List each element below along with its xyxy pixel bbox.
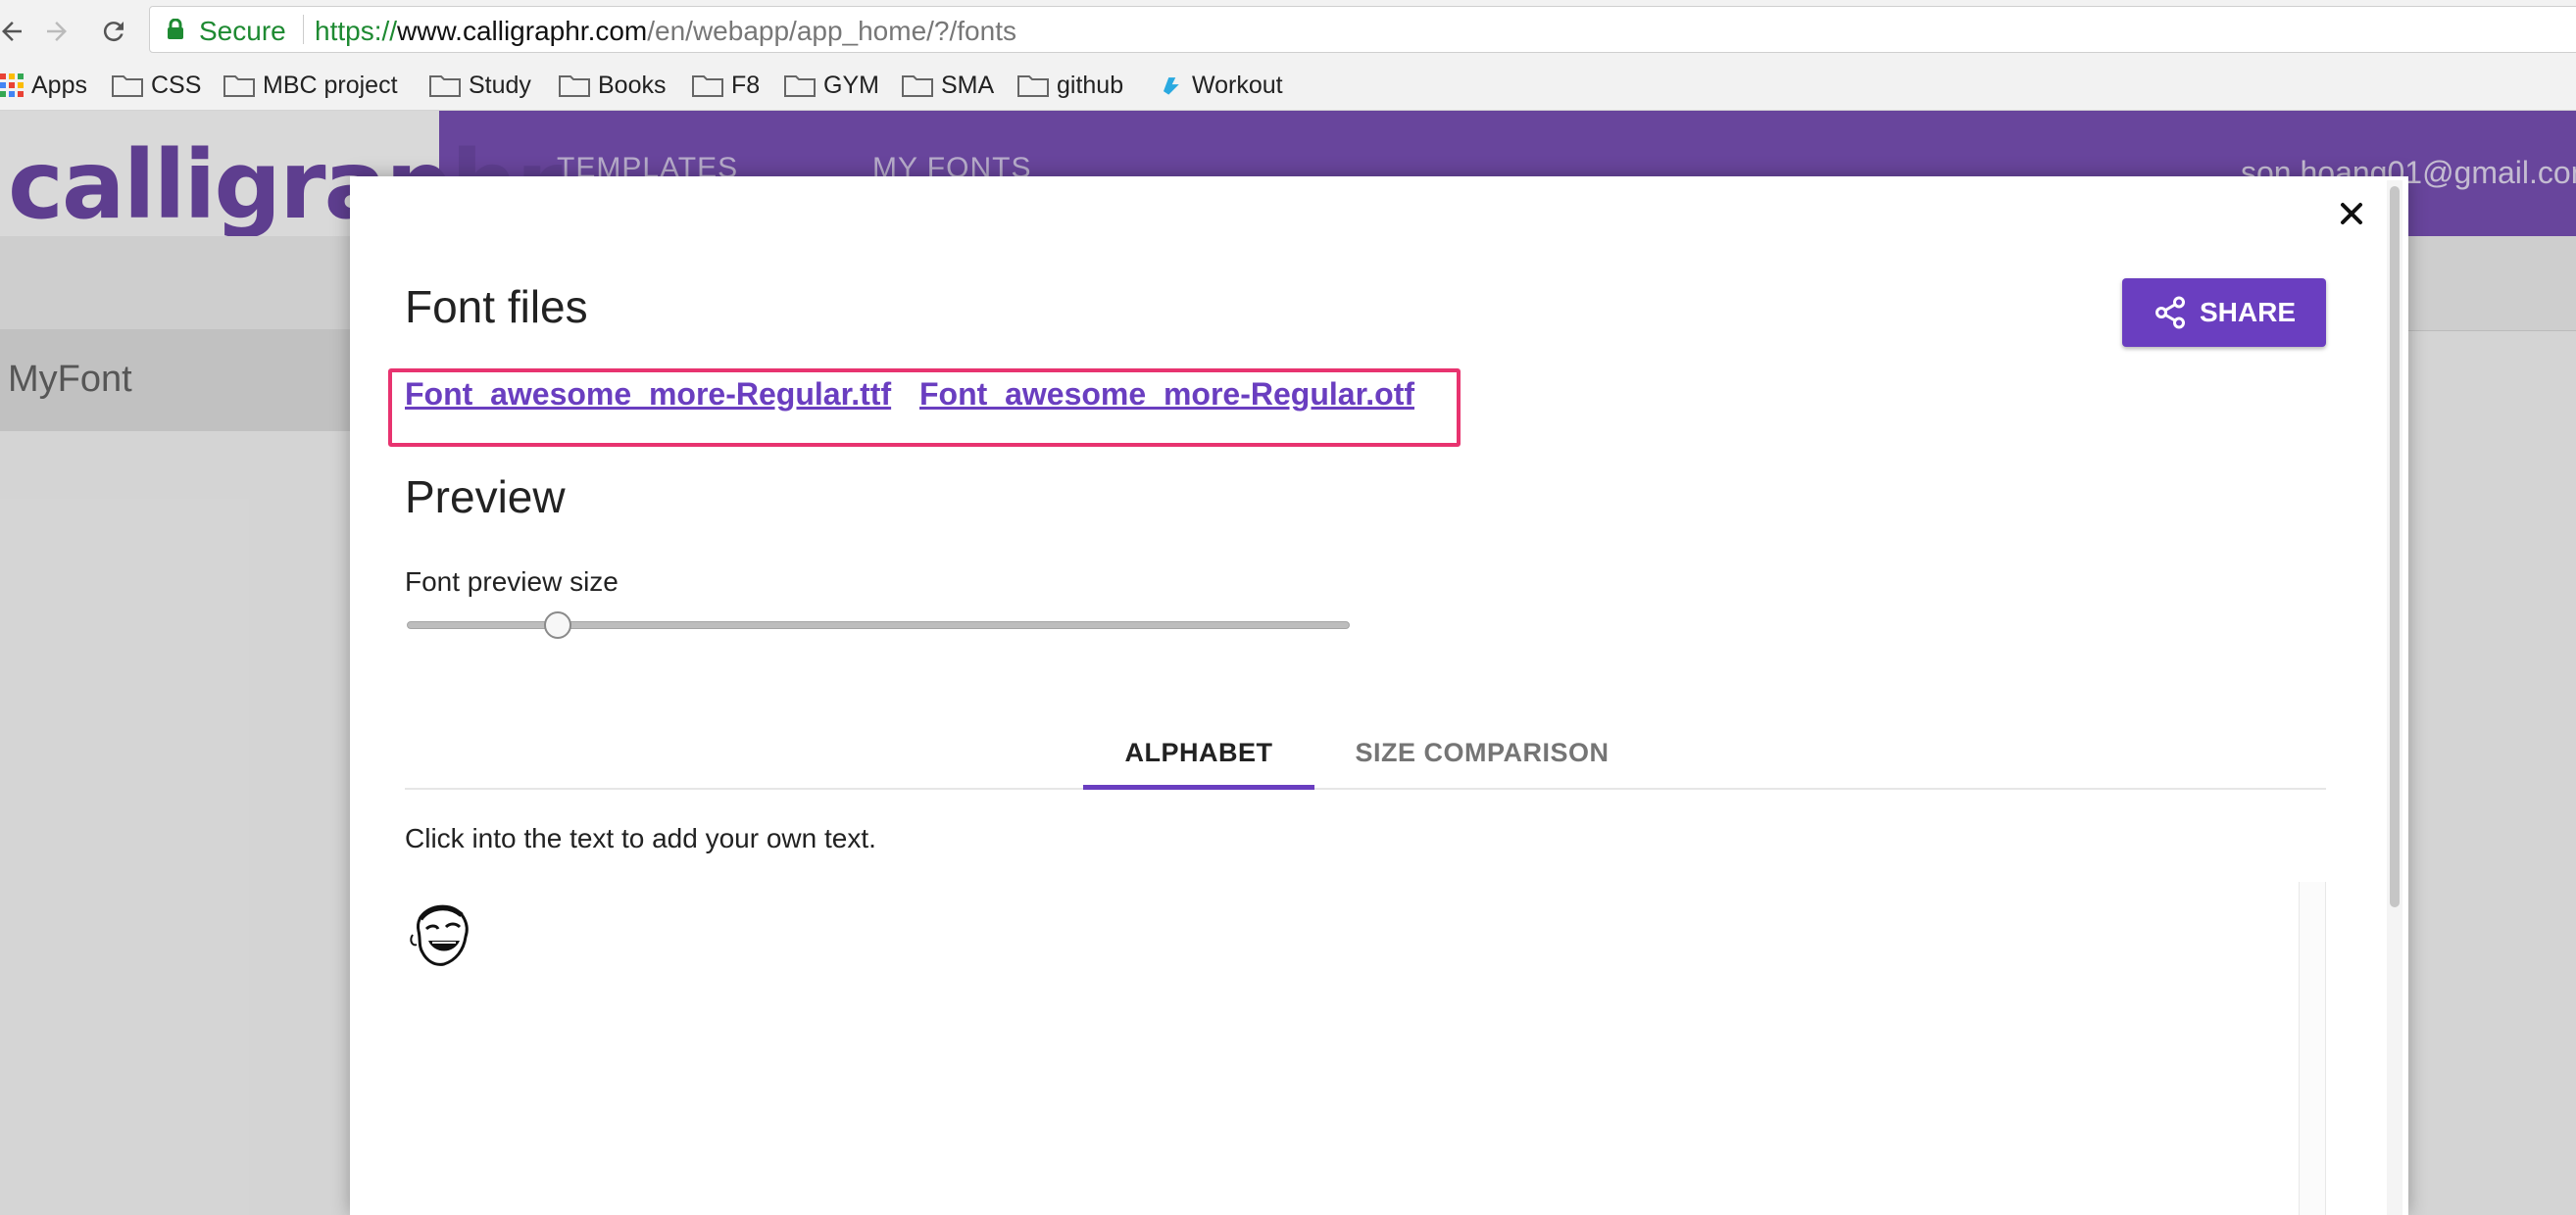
- tab-size-comparison[interactable]: SIZE COMPARISON: [1340, 715, 1624, 790]
- share-button[interactable]: SHARE: [2122, 278, 2326, 347]
- preview-scrollbar[interactable]: [2299, 882, 2326, 1215]
- font-files-title: Font files: [405, 281, 588, 332]
- tab-alphabet[interactable]: ALPHABET: [1083, 715, 1314, 790]
- otf-file-link[interactable]: Font_awesome_more-Regular.otf: [919, 376, 1414, 413]
- folder-icon: [784, 75, 816, 97]
- preview-hint: Click into the text to add your own text…: [405, 823, 876, 853]
- share-label: SHARE: [2199, 297, 2296, 327]
- folder-icon: [559, 75, 590, 97]
- laughing-face-glyph: [410, 904, 469, 966]
- bookmark-label: github: [1057, 71, 1124, 99]
- bookmark-apps[interactable]: Apps: [0, 69, 87, 102]
- folder-icon: [223, 75, 255, 97]
- reload-icon: [103, 22, 124, 42]
- reload-button[interactable]: [96, 14, 131, 49]
- forward-icon: [47, 22, 67, 41]
- active-tab-indicator: [1083, 785, 1314, 790]
- font-files-dialog: Font files SHARE Font_awesome_more-Regul…: [350, 176, 2408, 1215]
- bookmark-label: CSS: [151, 71, 202, 99]
- url-path: /en/webapp/app_home/?/fonts: [647, 16, 1016, 46]
- bookmark-label: Workout: [1192, 71, 1283, 99]
- address-bar[interactable]: Secure https://www.calligraphr.com/en/we…: [149, 6, 2576, 53]
- font-preview-size-label: Font preview size: [405, 566, 619, 597]
- preview-title: Preview: [405, 471, 566, 522]
- url-host: www.calligraphr.com: [397, 16, 648, 46]
- dialog-scrollbar-thumb[interactable]: [2390, 186, 2400, 907]
- bookmark-sma[interactable]: SMA: [902, 69, 994, 102]
- bookmark-css[interactable]: CSS: [112, 69, 201, 102]
- bookmark-study[interactable]: Study: [429, 69, 531, 102]
- bookmark-workout[interactable]: Workout: [1157, 69, 1283, 102]
- browser-toolbar: Secure https://www.calligraphr.com/en/we…: [0, 0, 2576, 61]
- bookmark-label: GYM: [823, 71, 879, 99]
- bookmarks-bar: Apps CSS MBC project Study Books F8 GYM …: [0, 61, 2576, 111]
- font-preview-size-knob[interactable]: [543, 611, 571, 639]
- bookmark-books[interactable]: Books: [559, 69, 666, 102]
- bookmark-label: Books: [598, 71, 667, 99]
- lock-icon: [168, 19, 183, 39]
- bookmark-github[interactable]: github: [1017, 69, 1123, 102]
- folder-icon: [1017, 75, 1049, 97]
- bookmark-label: SMA: [941, 71, 995, 99]
- ttf-file-link[interactable]: Font_awesome_more-Regular.ttf: [405, 376, 891, 413]
- close-icon: [2341, 203, 2362, 224]
- bookmark-label: Apps: [31, 71, 87, 99]
- bookmark-gym[interactable]: GYM: [784, 69, 879, 102]
- folder-icon: [429, 75, 461, 97]
- folder-icon: [692, 75, 723, 97]
- apps-grid-icon: [0, 73, 24, 97]
- bookmark-label: Study: [469, 71, 531, 99]
- bookmark-label: F8: [731, 71, 761, 99]
- close-button[interactable]: [2332, 194, 2371, 233]
- font-preview-text-area[interactable]: [405, 882, 2326, 1215]
- url-scheme: https://: [315, 16, 398, 46]
- folder-icon: [112, 75, 143, 97]
- secure-label: Secure: [199, 16, 286, 46]
- workout-bookmark-icon: [1164, 77, 1179, 95]
- forward-button[interactable]: [39, 14, 74, 49]
- address-separator: [303, 15, 304, 44]
- back-button[interactable]: [0, 14, 29, 49]
- share-icon: [2155, 296, 2185, 329]
- folder-icon: [902, 75, 933, 97]
- back-icon: [2, 22, 22, 41]
- bookmark-f8[interactable]: F8: [692, 69, 760, 102]
- bookmark-label: MBC project: [263, 71, 398, 99]
- url-text: https://www.calligraphr.com/en/webapp/ap…: [315, 16, 1016, 47]
- bookmark-mbc-project[interactable]: MBC project: [223, 69, 398, 102]
